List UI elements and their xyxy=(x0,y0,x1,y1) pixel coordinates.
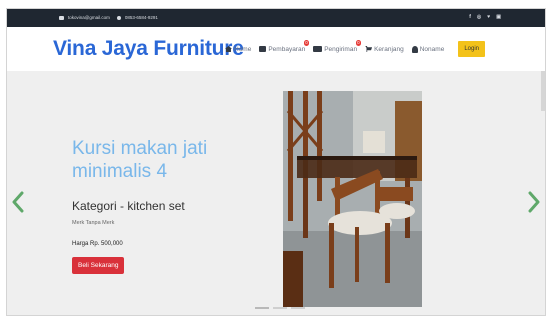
youtube-icon[interactable]: ▣ xyxy=(496,14,501,20)
nav-item-pengiriman[interactable]: Pengiriman 0 xyxy=(313,39,362,53)
carousel-indicator[interactable] xyxy=(255,307,269,309)
top-contact-bar: tokovina@gmail.com 0853-6584-9291 f ◎ ♥ … xyxy=(7,9,545,27)
main-navbar: Vina Jaya Furniture Home Pembayaran 0 Pe… xyxy=(7,27,545,71)
product-price: Harga Rp. 500,000 xyxy=(72,241,123,247)
page-scrollbar[interactable] xyxy=(541,71,545,111)
nav-item-user[interactable]: Noname xyxy=(411,45,445,53)
contact-phone[interactable]: 0853-6584-9291 xyxy=(125,15,158,20)
nav-menu: Home Pembayaran 0 Pengiriman 0 Keranjang… xyxy=(225,39,485,57)
phone-icon xyxy=(116,15,121,20)
nav-item-keranjang[interactable]: Keranjang xyxy=(365,46,404,53)
carousel-indicator[interactable] xyxy=(291,307,305,309)
cart-icon xyxy=(365,46,373,52)
product-category: Kategori - kitchen set xyxy=(72,199,185,213)
buy-now-button[interactable]: Beli Sekarang xyxy=(72,257,125,274)
nav-label-keranjang: Keranjang xyxy=(374,45,404,53)
carousel-indicator[interactable] xyxy=(273,307,287,309)
product-image xyxy=(283,91,422,307)
facebook-icon[interactable]: f xyxy=(469,14,471,20)
home-icon xyxy=(225,46,232,52)
instagram-icon[interactable]: ◎ xyxy=(477,14,481,20)
chevron-right-icon[interactable] xyxy=(527,191,541,213)
nav-item-home[interactable]: Home xyxy=(225,46,251,53)
hero-carousel: Kursi makan jati minimalis 4 Kategori - … xyxy=(7,71,545,315)
twitter-icon[interactable]: ♥ xyxy=(487,14,490,20)
product-brand: Merk Tanpa Merk xyxy=(72,220,115,226)
nav-label-home: Home xyxy=(234,45,252,53)
pengiriman-count-badge: 0 xyxy=(355,39,362,46)
pembayaran-count-badge: 0 xyxy=(303,39,310,46)
chevron-left-icon[interactable] xyxy=(11,191,25,213)
brand-logo[interactable]: Vina Jaya Furniture xyxy=(53,37,244,61)
social-links: f ◎ ♥ ▣ xyxy=(469,14,501,20)
credit-card-icon xyxy=(259,46,267,52)
login-button[interactable]: Login xyxy=(458,41,485,57)
nav-label-user: Noname xyxy=(419,45,445,53)
contact-info: tokovina@gmail.com 0853-6584-9291 xyxy=(59,15,158,20)
carousel-indicators xyxy=(255,307,305,309)
mail-icon xyxy=(59,15,64,20)
product-title: Kursi makan jati minimalis 4 xyxy=(72,138,208,182)
nav-label-pengiriman: Pengiriman xyxy=(324,45,358,53)
user-icon xyxy=(411,45,418,53)
nav-label-pembayaran: Pembayaran xyxy=(268,45,306,53)
contact-email[interactable]: tokovina@gmail.com xyxy=(68,15,110,20)
browser-viewport: tokovina@gmail.com 0853-6584-9291 f ◎ ♥ … xyxy=(6,8,546,316)
truck-icon xyxy=(313,46,323,52)
nav-item-pembayaran[interactable]: Pembayaran 0 xyxy=(259,39,310,53)
